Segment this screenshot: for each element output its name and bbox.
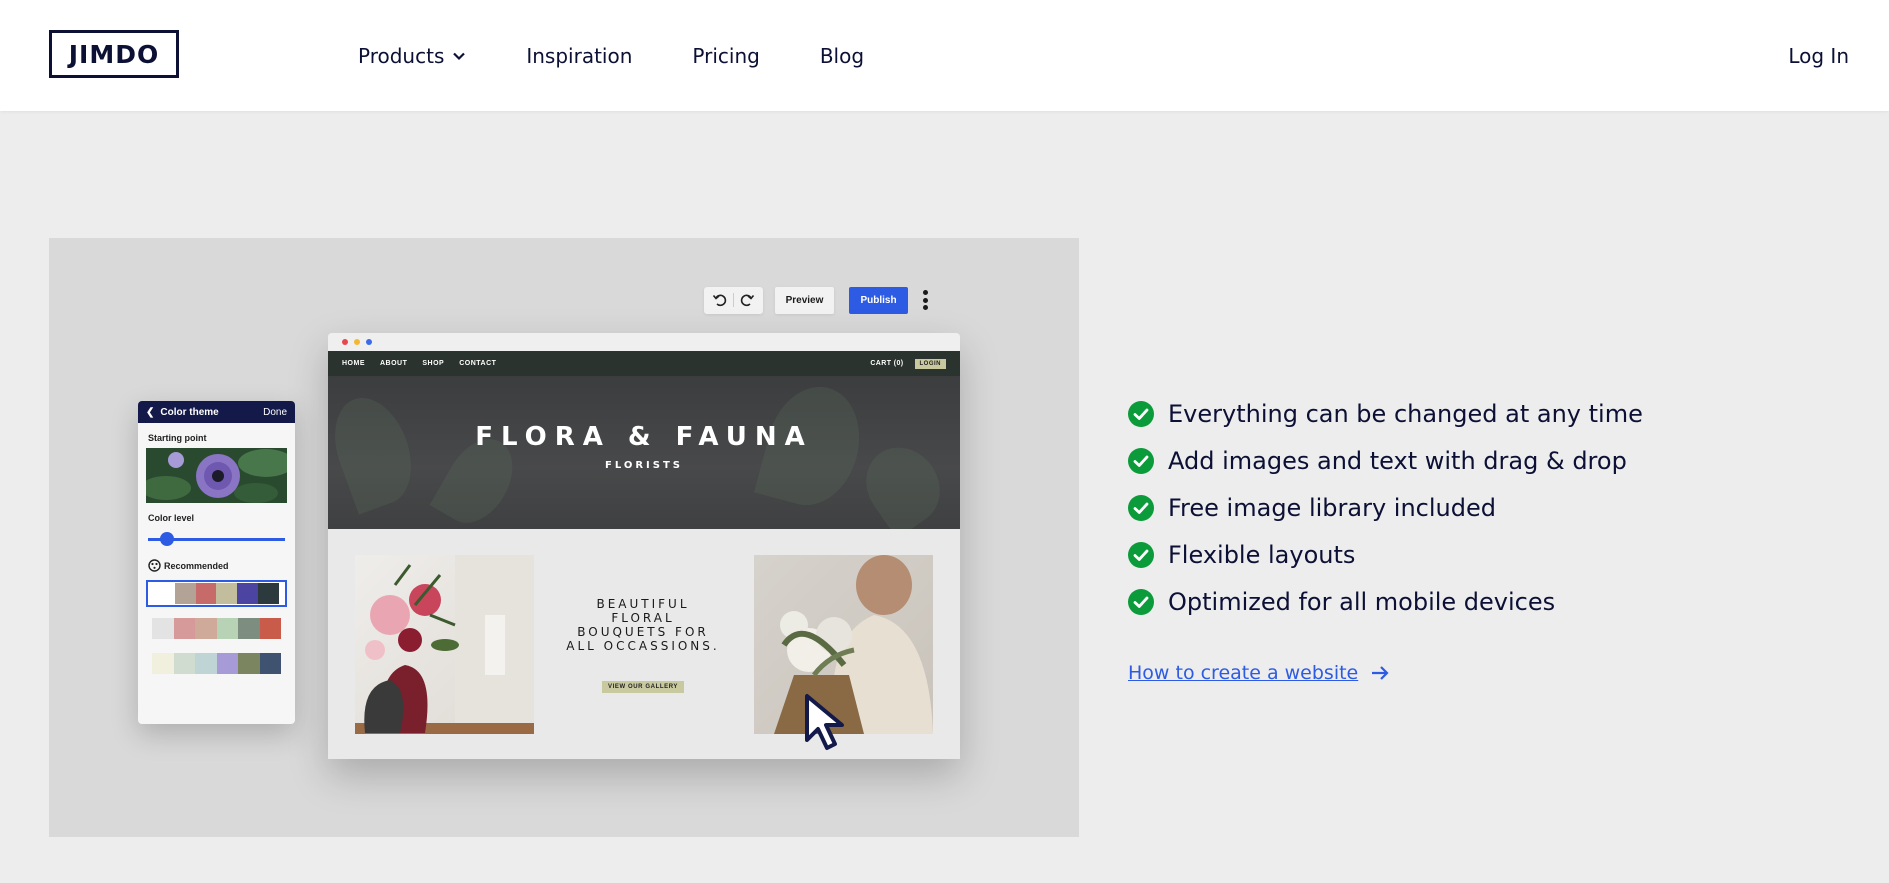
site-nav-contact: CONTACT (459, 360, 497, 367)
site-nav-bar: HOME ABOUT SHOP CONTACT CART (0) LOGIN (328, 351, 960, 376)
palette-swatch (259, 618, 281, 639)
palette-swatch (237, 583, 259, 604)
how-to-link-label: How to create a website (1128, 662, 1359, 684)
nav-inspiration[interactable]: Inspiration (526, 44, 632, 68)
check-circle-icon (1128, 400, 1154, 427)
palette-swatch (154, 583, 175, 604)
window-close-dot (342, 339, 348, 345)
palette-swatch (238, 618, 260, 639)
window-maximize-dot (366, 339, 372, 345)
nav-pricing[interactable]: Pricing (692, 44, 759, 68)
tagline-line: ALL OCCASSIONS. (566, 639, 720, 653)
check-circle-icon (1128, 494, 1154, 521)
arrow-right-icon (1372, 666, 1389, 680)
tagline-line: BEAUTIFUL (596, 597, 690, 611)
nav-products-label: Products (358, 43, 445, 68)
palette-swatch (152, 618, 174, 639)
feature-item: Add images and text with drag & drop (1128, 437, 1643, 484)
site-cart-label: CART (0) (870, 360, 904, 367)
palette-swatch (238, 653, 260, 674)
palette-option-selected (146, 580, 287, 607)
check-circle-icon (1128, 447, 1154, 474)
how-to-create-website-link[interactable]: How to create a website (1128, 662, 1390, 684)
window-minimize-dot (354, 339, 360, 345)
site-nav-about: ABOUT (380, 360, 408, 367)
chevron-down-icon (453, 52, 466, 60)
site-nav-home: HOME (342, 360, 365, 367)
site-login-button: LOGIN (914, 358, 946, 369)
feature-item: Flexible layouts (1128, 531, 1643, 578)
undo-icon (713, 294, 727, 307)
site-content: BEAUTIFUL FLORAL BOUQUETS FOR ALL OCCASS… (328, 529, 960, 759)
bouquet-photo-left (355, 555, 534, 734)
site-gallery-button: VIEW OUR GALLERY (601, 681, 685, 693)
site-hero: FLORA & FAUNA FLORISTS (328, 376, 960, 539)
palette-swatch (259, 653, 281, 674)
palette-icon (148, 559, 161, 572)
color-level-label: Color level (148, 513, 195, 523)
nav-blog[interactable]: Blog (820, 44, 864, 68)
tagline-line: BOUQUETS FOR (577, 625, 709, 639)
chevron-left-icon: ❮ (146, 406, 155, 418)
main-nav: Products Inspiration Pricing Blog (358, 0, 924, 111)
palette-swatch (195, 583, 217, 604)
color-theme-panel: ❮ Color theme Done Starting point Color … (138, 401, 295, 724)
redo-icon (740, 294, 754, 307)
palette-swatch (173, 618, 195, 639)
toolbar-divider (732, 293, 734, 307)
check-circle-icon (1128, 588, 1154, 615)
starting-point-image (146, 448, 287, 503)
mouse-cursor-icon (805, 694, 844, 750)
feature-text: Optimized for all mobile devices (1168, 587, 1556, 616)
feature-text: Add images and text with drag & drop (1168, 446, 1627, 475)
feature-item: Free image library included (1128, 484, 1643, 531)
palette-swatch (195, 618, 217, 639)
palette-swatch (216, 583, 238, 604)
hero-leaf-shadow (851, 433, 955, 539)
recommended-label: Recommended (164, 560, 229, 571)
jimdo-logo[interactable]: JIMDO (49, 30, 179, 78)
palette-swatch (195, 653, 217, 674)
starting-point-label: Starting point (148, 433, 207, 443)
editor-toolbar: Preview Publish (704, 286, 930, 314)
palette-swatch (258, 583, 279, 604)
site-header: JIMDO Products Inspiration Pricing Blog … (0, 0, 1889, 111)
color-theme-title: Color theme (160, 406, 219, 418)
hero-leaf-shadow (328, 387, 425, 515)
palette-swatch (174, 583, 196, 604)
browser-titlebar (328, 333, 960, 351)
more-options-icon (920, 288, 930, 312)
browser-mockup: HOME ABOUT SHOP CONTACT CART (0) LOGIN F… (328, 333, 960, 759)
check-circle-icon (1128, 541, 1154, 568)
feature-text: Everything can be changed at any time (1168, 399, 1643, 428)
feature-text: Free image library included (1168, 493, 1496, 522)
palette-option (146, 650, 287, 677)
color-theme-done-button: Done (263, 406, 287, 418)
feature-item: Everything can be changed at any time (1128, 390, 1643, 437)
palette-swatch (216, 653, 238, 674)
palette-swatch (173, 653, 195, 674)
color-level-slider (148, 531, 285, 547)
site-hero-title: FLORA & FAUNA (475, 422, 813, 452)
color-level-knob (160, 532, 174, 546)
nav-products[interactable]: Products (358, 44, 466, 68)
editor-illustration: Preview Publish HOME ABOUT SHOP CONTACT … (49, 238, 1079, 837)
feature-item: Optimized for all mobile devices (1128, 578, 1643, 625)
site-nav-shop: SHOP (422, 360, 445, 367)
publish-button: Publish (849, 286, 908, 314)
tagline-line: FLORAL (611, 611, 675, 625)
site-tagline: BEAUTIFUL FLORAL BOUQUETS FOR ALL OCCASS… (558, 597, 728, 693)
recommended-label-row: Recommended (138, 559, 295, 572)
feature-list: Everything can be changed at any time Ad… (1128, 390, 1643, 625)
site-hero-subtitle: FLORISTS (605, 460, 683, 471)
login-link[interactable]: Log In (1788, 0, 1849, 111)
undo-redo-group (704, 286, 763, 314)
preview-button: Preview (775, 286, 834, 314)
palette-swatch (152, 653, 174, 674)
color-theme-header: ❮ Color theme Done (138, 401, 295, 423)
palette-swatch (216, 618, 238, 639)
feature-text: Flexible layouts (1168, 540, 1356, 569)
palette-option (146, 615, 287, 642)
